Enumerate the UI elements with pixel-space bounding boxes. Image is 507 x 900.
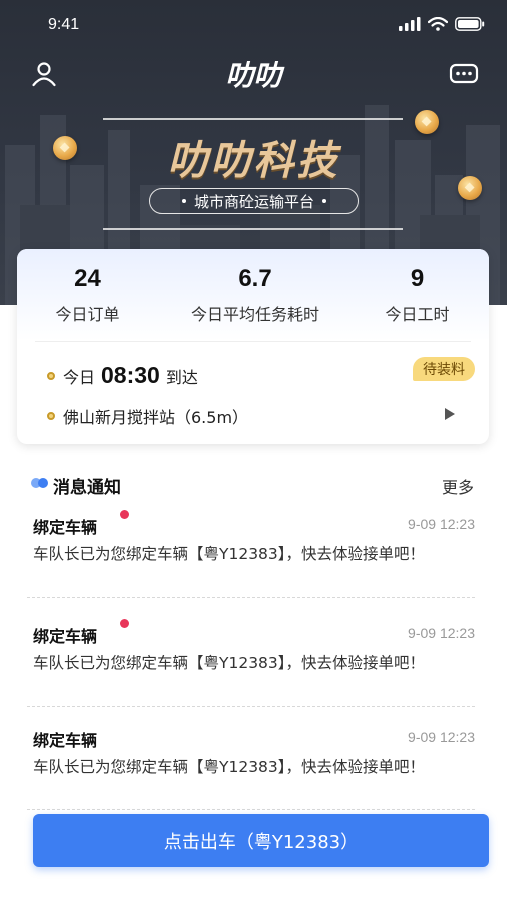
message-divider	[27, 597, 475, 598]
today-summary-card[interactable]: 24 今日订单 6.7 今日平均任务耗时 9 今日工时 今日 08:30 到达 …	[17, 249, 489, 444]
message-body: 车队长已为您绑定车辆【粤Y12383】，快去体验接单吧！	[33, 654, 426, 672]
more-link[interactable]: 更多	[442, 474, 474, 498]
play-icon[interactable]	[445, 408, 455, 420]
message-divider	[27, 809, 475, 810]
message-item[interactable]: 绑定车辆 9-09 12:23 车队长已为您绑定车辆【粤Y12383】，快去体验…	[31, 510, 475, 584]
bullet-icon	[47, 412, 55, 420]
status-badge: 待装料	[413, 357, 475, 381]
stat-avg-task-time: 6.7 今日平均任务耗时	[175, 265, 335, 325]
message-time: 9-09 12:23	[408, 729, 475, 745]
app-logo: 叻叻	[225, 59, 282, 92]
stat-work-hours: 9 今日工时	[375, 265, 460, 325]
stat-label: 今日平均任务耗时	[190, 305, 319, 324]
message-body: 车队长已为您绑定车辆【粤Y12383】，快去体验接单吧！	[33, 758, 426, 776]
battery-icon	[455, 17, 485, 31]
signal-icon	[399, 17, 421, 31]
wifi-icon	[428, 17, 448, 31]
arrival-row: 今日 08:30 到达	[47, 362, 198, 389]
arrival-time: 08:30	[101, 362, 160, 388]
section-dots-icon	[31, 478, 51, 488]
dot-decoration	[181, 199, 186, 203]
stat-value: 9	[410, 265, 425, 292]
dot-decoration	[322, 199, 326, 203]
bullet-icon	[47, 371, 55, 380]
coin-icon	[415, 110, 439, 134]
hero-subtitle: 城市商砼运输平台	[149, 188, 359, 214]
message-time: 9-09 12:23	[408, 625, 475, 641]
location-text: 佛山新月搅拌站（6.5m）	[63, 408, 249, 427]
hero-divider-bottom	[103, 228, 403, 230]
message-item[interactable]: 绑定车辆 9-09 12:23 车队长已为您绑定车辆【粤Y12383】，快去体验…	[31, 727, 475, 797]
divider	[35, 341, 471, 342]
arrival-suffix: 到达	[165, 367, 198, 387]
stat-value: 6.7	[238, 265, 272, 292]
message-item[interactable]: 绑定车辆 9-09 12:23 车队长已为您绑定车辆【粤Y12383】，快去体验…	[31, 619, 475, 693]
stat-value: 24	[74, 265, 101, 292]
message-title: 绑定车辆	[33, 627, 98, 646]
message-icon[interactable]	[449, 60, 479, 88]
hero-title: 叻叻科技	[167, 138, 340, 184]
location-row[interactable]: 佛山新月搅拌站（6.5m）	[47, 404, 248, 428]
status-icons	[399, 17, 485, 31]
status-time: 9:41	[48, 16, 80, 33]
start-driving-button[interactable]: 点击出车（粤Y12383）	[33, 814, 489, 867]
message-divider	[27, 706, 475, 707]
message-body: 车队长已为您绑定车辆【粤Y12383】，快去体验接单吧！	[33, 545, 426, 563]
message-title: 绑定车辆	[33, 518, 98, 537]
stat-label: 今日工时	[385, 305, 450, 324]
messages-title: 消息通知	[53, 478, 121, 498]
messages-header: 消息通知 更多	[31, 473, 476, 498]
unread-dot	[120, 510, 129, 519]
stat-label: 今日订单	[55, 305, 120, 324]
coin-icon	[458, 176, 482, 200]
status-bar: 9:41	[0, 0, 507, 50]
unread-dot	[120, 619, 129, 628]
hero-subtitle-text: 城市商砼运输平台	[193, 192, 314, 211]
coin-icon	[53, 136, 77, 160]
message-time: 9-09 12:23	[408, 516, 475, 532]
stat-orders: 24 今日订单	[45, 265, 130, 325]
message-title: 绑定车辆	[33, 731, 98, 750]
hero-divider-top	[103, 118, 403, 120]
arrival-prefix: 今日	[63, 367, 96, 387]
